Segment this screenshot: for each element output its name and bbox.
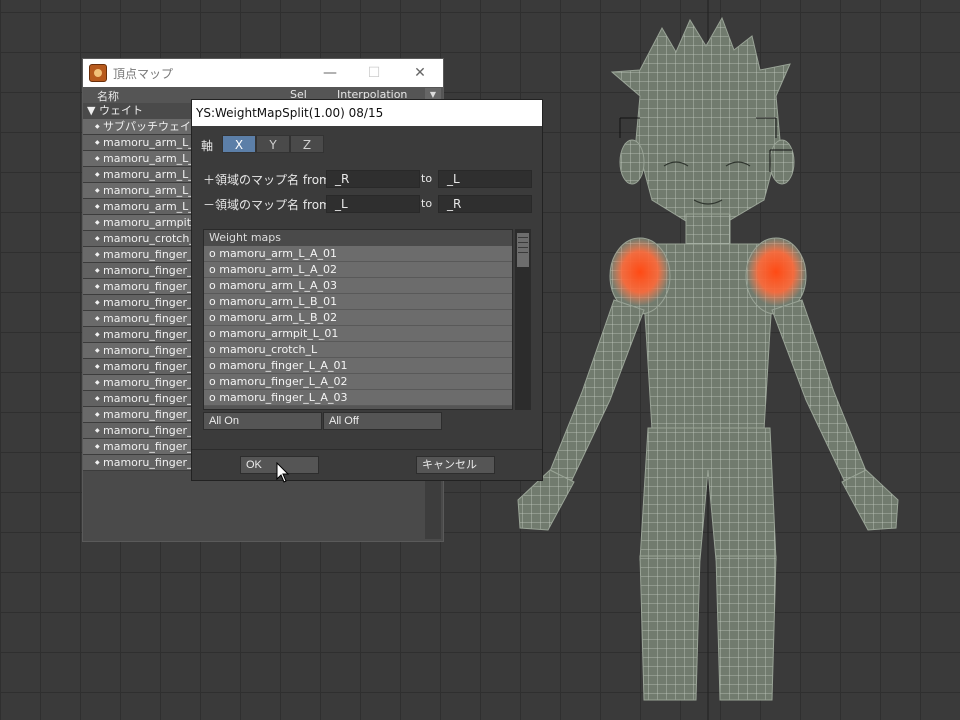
weight-maps-header: Weight maps [204, 230, 512, 246]
vertex-map-titlebar[interactable]: 頂点マップ — ☐ ✕ [83, 59, 443, 87]
vertex-map-title: 頂点マップ [113, 66, 174, 81]
weight-highlight-left [610, 238, 670, 306]
weight-map-item[interactable]: o mamoru_arm_L_A_02 [204, 262, 512, 278]
close-icon[interactable]: ✕ [405, 63, 435, 83]
plus-to-label: to [421, 172, 433, 185]
minus-to-label: to [421, 197, 433, 210]
all-off-button[interactable]: All Off [323, 412, 442, 430]
weight-map-item[interactable]: o mamoru_arm_L_A_03 [204, 278, 512, 294]
app-icon [89, 64, 107, 82]
plus-from-field[interactable]: _R [326, 170, 420, 188]
weight-map-item[interactable]: o mamoru_armpit_L_01 [204, 326, 512, 342]
minus-to-field[interactable]: _R [438, 195, 532, 213]
weight-maps-list: Weight maps o mamoru_arm_L_A_01 o mamoru_… [203, 229, 513, 410]
weight-map-item[interactable]: o mamoru_finger_L_A_03 [204, 390, 512, 406]
weight-highlight-right [746, 238, 806, 306]
map-name: mamoru_crotch_L [95, 231, 201, 246]
all-on-button[interactable]: All On [203, 412, 322, 430]
axis-label: 軸 [201, 139, 214, 153]
weight-map-item[interactable]: o mamoru_crotch_L [204, 342, 512, 358]
weight-map-item[interactable]: o mamoru_finger_L_A_02 [204, 374, 512, 390]
plus-region-label: ＋領域のマップ名 from [203, 173, 331, 187]
dialog-title[interactable]: YS:WeightMapSplit(1.00) 08/15 [192, 100, 542, 126]
dialog-divider [192, 449, 542, 450]
scroll-thumb[interactable] [517, 233, 529, 267]
minus-region-label: －領域のマップ名 from [203, 198, 331, 212]
cancel-button[interactable]: キャンセル [416, 456, 495, 474]
map-name: サブパッチウェイト [95, 119, 202, 134]
weight-maps-scrollbar[interactable] [515, 229, 531, 410]
weight-map-item[interactable]: o mamoru_arm_L_B_01 [204, 294, 512, 310]
axis-x-button[interactable]: X [222, 135, 256, 153]
weight-map-item[interactable]: o mamoru_arm_L_B_02 [204, 310, 512, 326]
axis-y-button[interactable]: Y [256, 135, 290, 153]
col-name[interactable]: 名称 [97, 88, 119, 104]
axis-z-button[interactable]: Z [290, 135, 324, 153]
weight-map-item[interactable]: o mamoru_arm_L_A_01 [204, 246, 512, 262]
weight-map-item[interactable]: o mamoru_finger_L_A_01 [204, 358, 512, 374]
maximize-icon[interactable]: ☐ [359, 63, 389, 83]
plus-to-field[interactable]: _L [438, 170, 532, 188]
minus-from-field[interactable]: _L [326, 195, 420, 213]
weightmapsplit-dialog: YS:WeightMapSplit(1.00) 08/15 軸 X Y Z ＋領… [191, 99, 543, 481]
minimize-icon[interactable]: — [315, 63, 345, 83]
mouse-cursor-icon [276, 462, 290, 483]
